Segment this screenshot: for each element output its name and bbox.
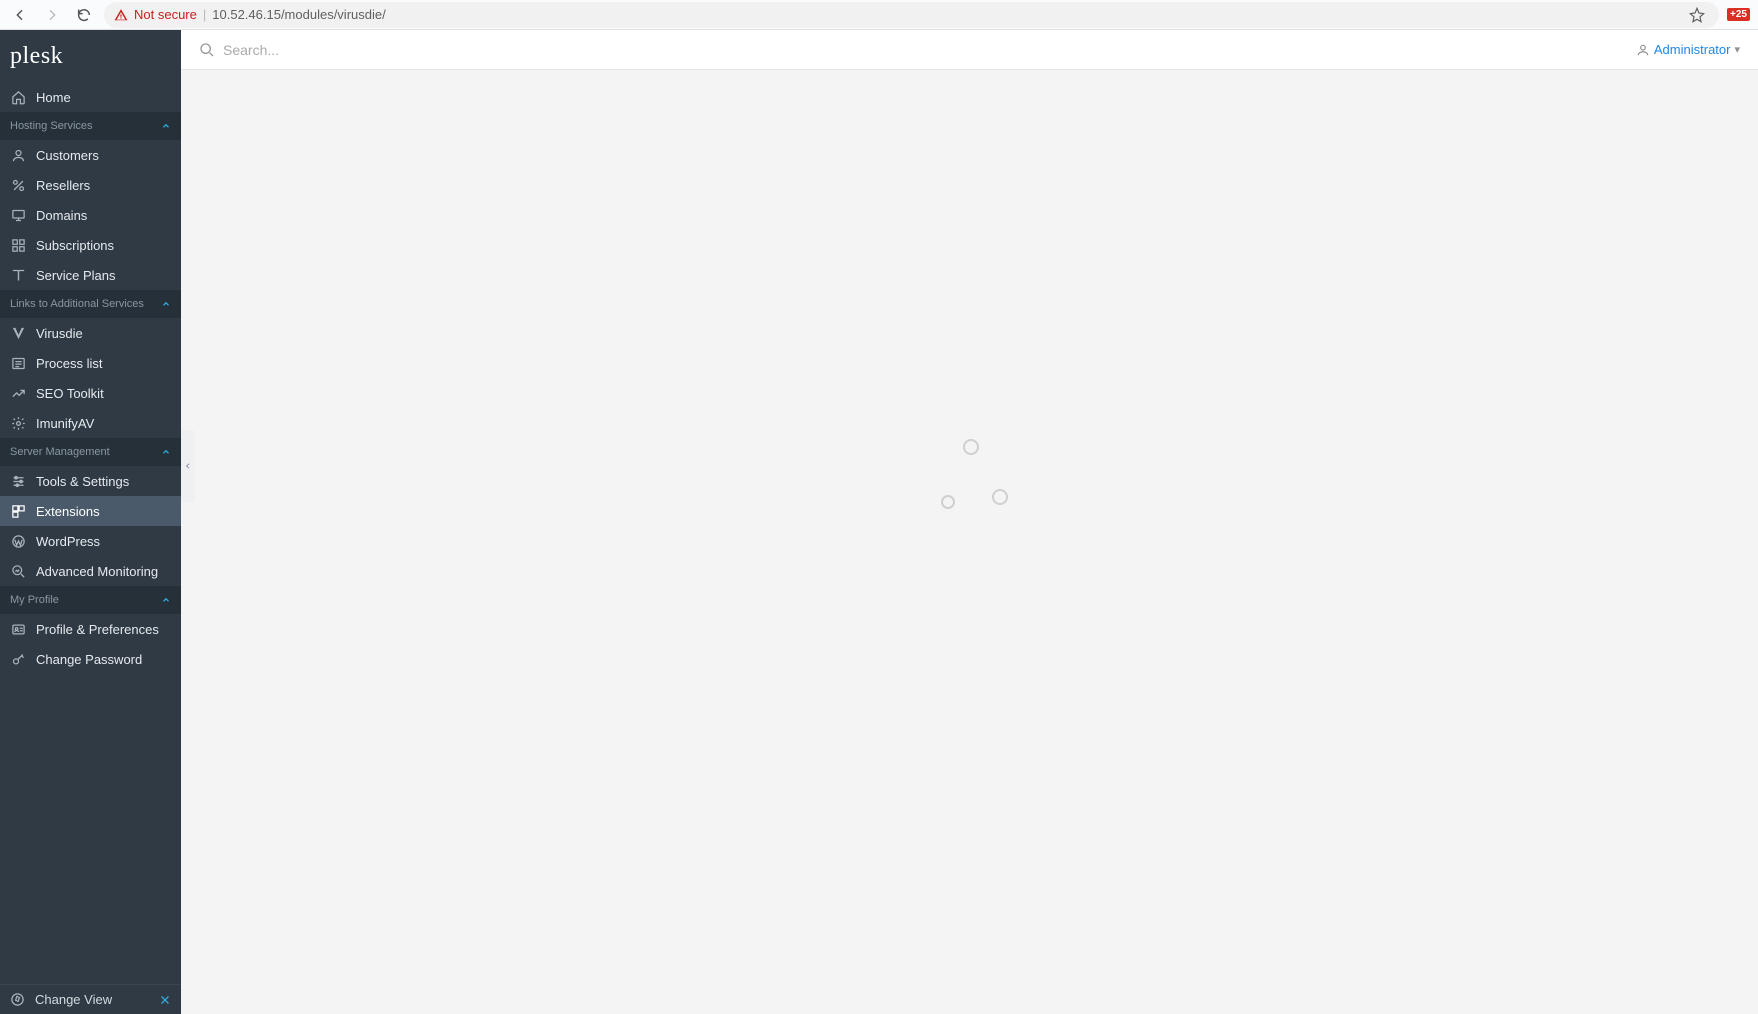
compass-icon [10,992,25,1007]
sidebar-item-label: SEO Toolkit [36,386,104,401]
sidebar: plesk Home Hosting Services Customers Re… [0,30,181,1014]
person-icon [10,147,26,163]
user-name: Administrator [1654,42,1731,57]
home-icon [10,89,26,105]
browser-extension-badge[interactable]: +25 [1727,8,1750,21]
sidebar-item-label: Resellers [36,178,90,193]
sidebar-item-profile-prefs[interactable]: Profile & Preferences [0,614,181,644]
wordpress-icon [10,533,26,549]
spinner-dot [963,439,979,455]
magnifier-chart-icon [10,563,26,579]
sidebar-item-seo-toolkit[interactable]: SEO Toolkit [0,378,181,408]
search-wrap [199,42,1628,58]
sidebar-item-wordpress[interactable]: WordPress [0,526,181,556]
sidebar-item-service-plans[interactable]: Service Plans [0,260,181,290]
warning-icon [114,8,128,22]
logo-text: plesk [10,43,63,70]
sidebar-item-label: Extensions [36,504,100,519]
spinner-dot [941,495,955,509]
monitor-icon [10,207,26,223]
footer-label: Change View [35,992,112,1007]
grid-icon [10,237,26,253]
sidebar-item-label: Process list [36,356,102,371]
search-input[interactable] [223,42,523,58]
sidebar-item-label: WordPress [36,534,100,549]
sidebar-item-subscriptions[interactable]: Subscriptions [0,230,181,260]
logo[interactable]: plesk [0,30,181,82]
browser-reload-button[interactable] [72,3,96,27]
chart-arrow-icon [10,385,26,401]
list-icon [10,355,26,371]
key-icon [10,651,26,667]
sidebar-item-extensions[interactable]: Extensions [0,496,181,526]
chevron-up-icon [161,121,171,131]
puzzle-icon [10,503,26,519]
virusdie-icon [10,325,26,341]
main: Administrator ▾ [181,30,1758,1014]
person-icon [1636,43,1650,57]
sidebar-section-links[interactable]: Links to Additional Services [0,290,181,318]
browser-forward-button [40,3,64,27]
sidebar-item-label: Advanced Monitoring [36,564,158,579]
sidebar-item-advanced-monitoring[interactable]: Advanced Monitoring [0,556,181,586]
chevron-up-icon [161,595,171,605]
browser-url: 10.52.46.15/modules/virusdie/ [212,7,385,22]
spinner-dot [992,489,1008,505]
browser-omnibox[interactable]: Not secure | 10.52.46.15/modules/virusdi… [104,2,1719,28]
sidebar-item-domains[interactable]: Domains [0,200,181,230]
sidebar-item-label: Customers [36,148,99,163]
loading-spinner [933,439,1007,513]
chevron-up-icon [161,299,171,309]
sidebar-item-tools-settings[interactable]: Tools & Settings [0,466,181,496]
sidebar-item-process-list[interactable]: Process list [0,348,181,378]
book-icon [10,267,26,283]
topbar: Administrator ▾ [181,30,1758,70]
sidebar-item-home[interactable]: Home [0,82,181,112]
not-secure-label: Not secure [134,7,197,22]
section-label: Hosting Services [10,120,93,132]
sidebar-item-label: Home [36,90,71,105]
sidebar-section-profile[interactable]: My Profile [0,586,181,614]
sidebar-item-label: ImunifyAV [36,416,94,431]
sidebar-section-hosting[interactable]: Hosting Services [0,112,181,140]
user-menu[interactable]: Administrator ▾ [1636,42,1740,57]
sidebar-item-label: Profile & Preferences [36,622,159,637]
sidebar-item-imunify[interactable]: ImunifyAV [0,408,181,438]
search-icon [199,42,215,58]
sidebar-item-label: Tools & Settings [36,474,129,489]
section-label: My Profile [10,594,59,606]
sidebar-item-label: Virusdie [36,326,83,341]
omnibox-separator: | [203,7,206,22]
content-area [181,70,1758,1014]
chevron-down-icon: ▾ [1734,43,1740,56]
percent-icon [10,177,26,193]
sidebar-item-change-password[interactable]: Change Password [0,644,181,674]
sidebar-item-resellers[interactable]: Resellers [0,170,181,200]
chevron-up-icon [161,447,171,457]
section-label: Server Management [10,446,110,458]
sidebar-item-virusdie[interactable]: Virusdie [0,318,181,348]
browser-chrome: Not secure | 10.52.46.15/modules/virusdi… [0,0,1758,30]
sidebar-item-label: Change Password [36,652,142,667]
close-icon[interactable] [159,994,171,1006]
sliders-icon [10,473,26,489]
sidebar-section-server[interactable]: Server Management [0,438,181,466]
section-label: Links to Additional Services [10,298,144,310]
id-card-icon [10,621,26,637]
browser-back-button[interactable] [8,3,32,27]
sidebar-item-label: Subscriptions [36,238,114,253]
sidebar-item-label: Domains [36,208,87,223]
sidebar-footer-change-view[interactable]: Change View [0,984,181,1014]
sidebar-item-label: Service Plans [36,268,115,283]
bookmark-star-icon[interactable] [1689,7,1705,23]
sidebar-item-customers[interactable]: Customers [0,140,181,170]
gear-icon [10,415,26,431]
